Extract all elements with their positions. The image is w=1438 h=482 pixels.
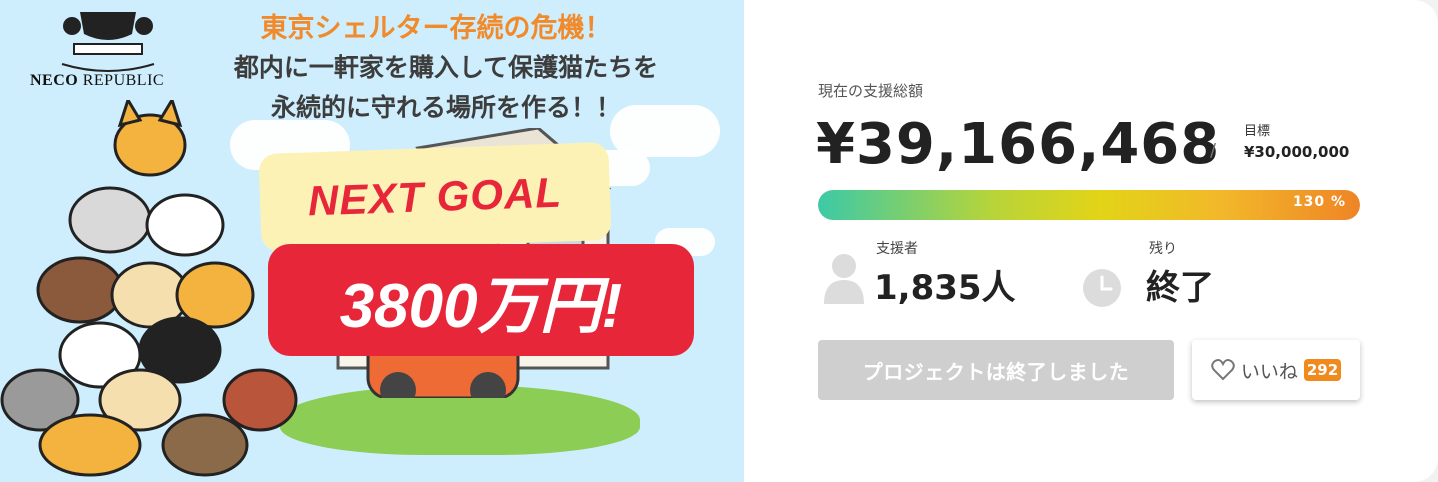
clock-icon (1083, 269, 1121, 307)
goal-amount-text: 3800万円! (339, 272, 623, 341)
person-icon (824, 254, 864, 304)
heart-icon (1211, 359, 1235, 381)
funding-panel: 現在の支援総額 ¥39,166,468 / 目標 ¥30,000,000 130… (744, 0, 1438, 482)
progress-percent: 130 % (1292, 194, 1346, 210)
amount-separator: / (1210, 140, 1217, 161)
logo-wordmark: NECO REPUBLIC (30, 72, 164, 90)
total-funding-amount: ¥39,166,468 (816, 112, 1221, 177)
project-banner: NECO REPUBLIC 東京シェルター存続の危機！ 都内に一軒家を購入して保… (0, 0, 744, 482)
goal-label: 目標 (1244, 124, 1271, 139)
cat-pile-illustration (0, 100, 298, 477)
goal-amount: ¥30,000,000 (1244, 143, 1350, 161)
goal-amount-badge: 3800万円! (268, 244, 694, 356)
supporters-label: 支援者 (876, 241, 918, 257)
progress-bar: 130 % (818, 190, 1360, 220)
banner-subline-1: 都内に一軒家を購入して保護猫たちを (233, 53, 659, 82)
progress-bar-fill (818, 190, 1360, 220)
remaining-label: 残り (1149, 241, 1177, 257)
logo-main-text: NECO (30, 72, 79, 89)
like-label: いいね (1240, 360, 1298, 383)
project-ended-button[interactable]: プロジェクトは終了しました (818, 340, 1174, 400)
supporters-count: 1,835人 (874, 268, 1016, 308)
banner-headline: 東京シェルター存続の危機！ (260, 13, 612, 44)
next-goal-label: NEXT GOAL (307, 168, 563, 225)
total-funding-label: 現在の支援総額 (818, 82, 924, 100)
remaining-value: 終了 (1146, 268, 1214, 308)
logo-sub-text: REPUBLIC (82, 72, 165, 89)
like-button[interactable]: いいね 292 (1192, 340, 1360, 400)
like-count-badge: 292 (1303, 359, 1342, 381)
next-goal-badge: NEXT GOAL (258, 141, 612, 253)
